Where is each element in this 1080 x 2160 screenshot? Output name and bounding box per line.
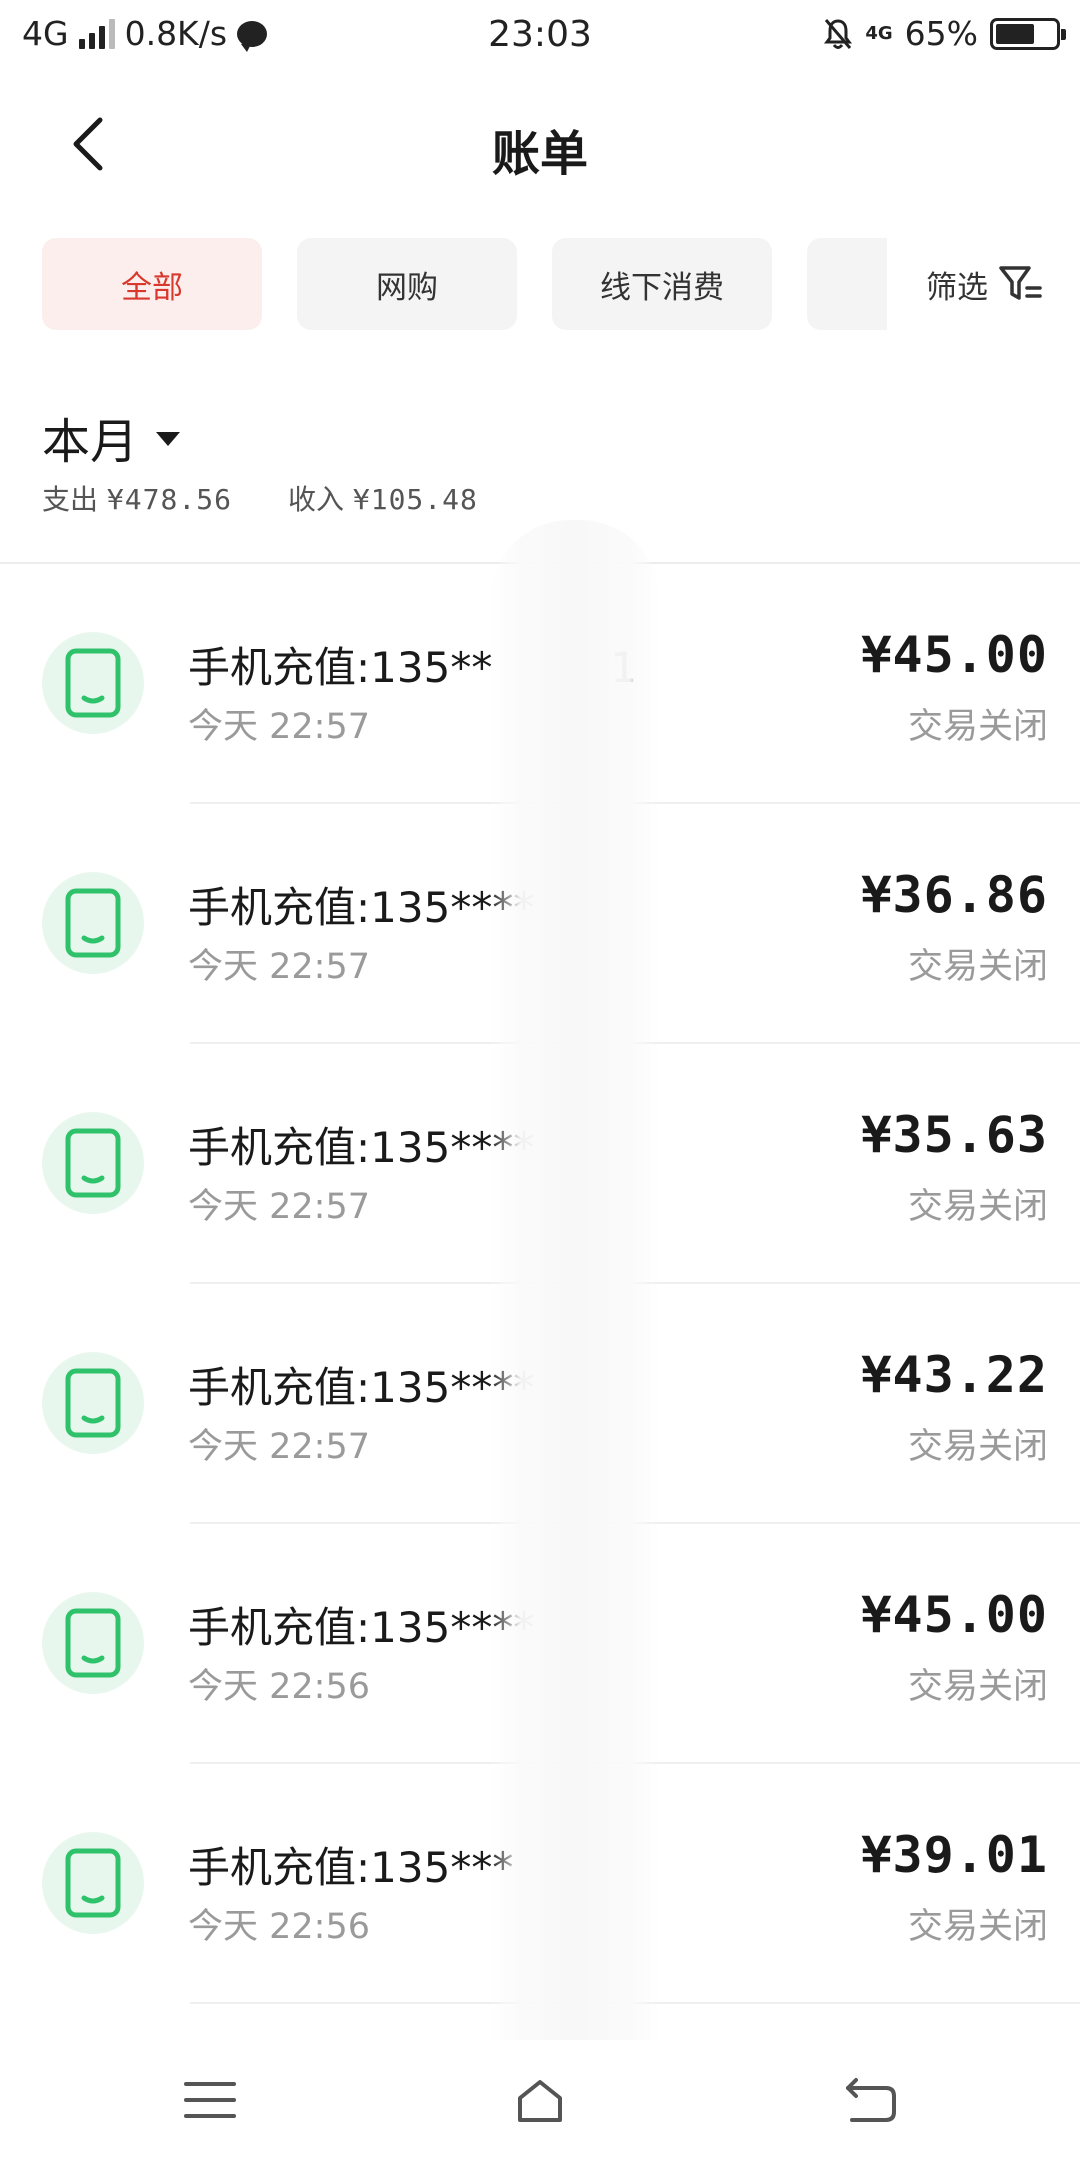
income-label: 收入 [287, 483, 344, 516]
transaction-time: 今天 22:57 [188, 1187, 370, 1227]
income-value: ¥105.48 [352, 483, 478, 516]
transaction-row[interactable]: 手机充值:135**** 今天 22:57 ¥35.63 交易关闭 [0, 1044, 1080, 1284]
month-label: 本月 [42, 414, 139, 470]
phone-recharge-icon [42, 632, 144, 734]
transaction-amount: ¥45.00 [861, 1586, 1048, 1644]
transaction-row[interactable]: 手机充值:135*** 今天 22:56 ¥39.01 交易关闭 [0, 1764, 1080, 2004]
battery-level [996, 23, 1034, 44]
month-summary: 支出 ¥478.56 收入 ¥105.48 [42, 478, 478, 518]
filter-button[interactable]: 筛选 [890, 238, 1080, 330]
transaction-amount: ¥45.00 [861, 626, 1048, 684]
transaction-time: 今天 22:57 [188, 1427, 370, 1467]
status-right: 4G 65% [823, 14, 1066, 53]
status-bar: 4G 0.8K/s 23:03 4G 65% [0, 0, 1080, 74]
transaction-time: 今天 22:56 [188, 1667, 370, 1707]
transaction-time: 今天 22:56 [188, 1907, 370, 1947]
network-speed: 0.8K/s [124, 14, 228, 53]
return-icon [846, 2078, 896, 2122]
expense-label: 支出 [42, 483, 99, 516]
chevron-left-icon [73, 117, 103, 171]
back-button[interactable] [48, 104, 128, 184]
tab-partial-hidden[interactable] [807, 238, 887, 330]
network-type: 4G [22, 14, 69, 53]
transaction-time: 今天 22:57 [188, 947, 370, 987]
phone-recharge-icon [42, 1352, 144, 1454]
title-text: 手机充值:135** [188, 643, 493, 692]
transaction-title: 手机充值:135*** [188, 1843, 514, 1892]
transaction-row[interactable]: 手机充值:135**** 今天 22:56 ¥45.00 交易关闭 [0, 1524, 1080, 1764]
nav-home-button[interactable] [500, 2068, 580, 2132]
battery-percent: 65% [904, 14, 978, 53]
expense-summary: 支出 ¥478.56 [42, 478, 232, 518]
battery-icon [990, 17, 1066, 50]
phone-recharge-icon [42, 1832, 144, 1934]
tab-offline-spending[interactable]: 线下消费 [552, 238, 772, 330]
filter-funnel-icon [999, 266, 1042, 300]
transaction-amount: ¥43.22 [861, 1346, 1048, 1404]
header: 账单 [0, 74, 1080, 214]
system-nav-bar [0, 2040, 1080, 2160]
transaction-row[interactable]: 手机充值:135** 1 今天 22:57 ¥45.00 交易关闭 [0, 564, 1080, 804]
bell-muted-icon [823, 17, 853, 51]
status-left: 4G 0.8K/s [22, 14, 268, 53]
phone-recharge-icon [42, 872, 144, 974]
signal-icon [78, 18, 115, 49]
transaction-title: 手机充值:135**** [188, 1123, 535, 1172]
phone-recharge-icon [42, 1592, 144, 1694]
transaction-amount: ¥35.63 [861, 1106, 1048, 1164]
caret-down-icon [156, 432, 181, 446]
nav-menu-button[interactable] [170, 2068, 250, 2132]
nav-back-button[interactable] [830, 2068, 910, 2132]
filter-label: 筛选 [926, 269, 988, 306]
transaction-time: 今天 22:57 [188, 707, 370, 747]
income-summary: 收入 ¥105.48 [288, 478, 478, 518]
transaction-amount: ¥39.01 [861, 1826, 1048, 1884]
page-title: 账单 [491, 126, 588, 182]
title-tail: 1 [610, 643, 638, 692]
transaction-amount: ¥36.86 [861, 866, 1048, 924]
expense-value: ¥478.56 [106, 483, 232, 516]
transaction-status: 交易关闭 [907, 947, 1048, 987]
chat-icon [237, 20, 268, 52]
transaction-status: 交易关闭 [907, 1907, 1048, 1947]
home-icon [518, 2080, 562, 2122]
tab-online-shopping[interactable]: 网购 [297, 238, 517, 330]
transaction-status: 交易关闭 [907, 707, 1048, 747]
transaction-status: 交易关闭 [907, 1427, 1048, 1467]
transaction-title: 手机充值:135** 1 [188, 634, 637, 695]
phone-recharge-icon [42, 1112, 144, 1214]
transaction-list: 手机充值:135** 1 今天 22:57 ¥45.00 交易关闭 手机充值:13… [0, 564, 1080, 2004]
network-type-right: 4G [865, 22, 893, 44]
tab-all[interactable]: 全部 [42, 238, 262, 330]
menu-icon [184, 2082, 236, 2118]
month-selector[interactable]: 本月 [42, 402, 181, 472]
transaction-row[interactable]: 手机充值:135**** 今天 22:57 ¥36.86 交易关闭 [0, 804, 1080, 1044]
transaction-status: 交易关闭 [907, 1187, 1048, 1227]
category-tabs: 全部 网购 线下消费 筛选 [42, 238, 1080, 330]
transaction-title: 手机充值:135**** [188, 1603, 535, 1652]
transaction-row[interactable]: 手机充值:135**** 今天 22:57 ¥43.22 交易关闭 [0, 1284, 1080, 1524]
transaction-title: 手机充值:135**** [188, 1363, 535, 1412]
transaction-status: 交易关闭 [907, 1667, 1048, 1707]
transaction-title: 手机充值:135**** [188, 883, 535, 932]
